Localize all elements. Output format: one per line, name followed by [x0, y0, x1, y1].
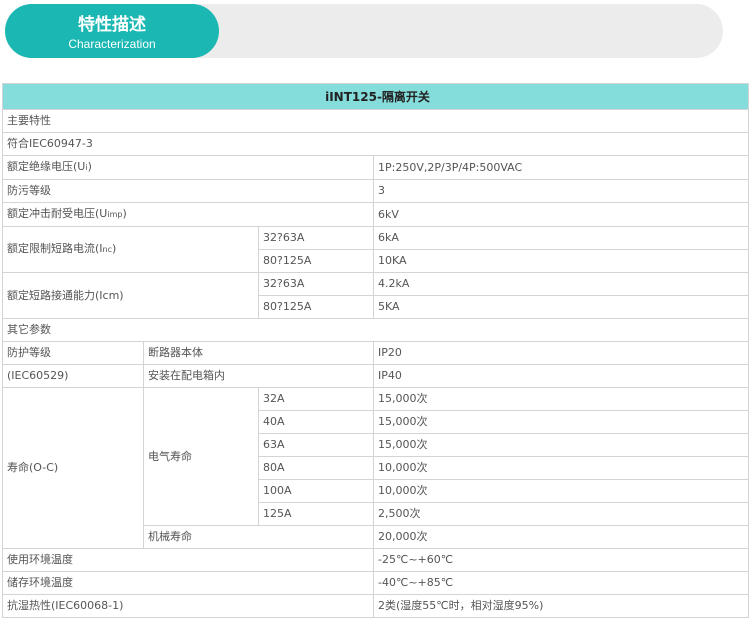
short-circuit-value: 10KA [372, 249, 750, 273]
damp-heat-value: 2类(湿度55℃时，相对湿度95%) [372, 594, 750, 618]
electrical-life-value: 15,000次 [372, 433, 750, 457]
section-title-pill: 特性描述 Characterization [5, 4, 219, 58]
electrical-life-value: 10,000次 [372, 456, 750, 480]
storage-temp-value: -40℃~+85℃ [372, 571, 750, 595]
impulse-voltage-value: 6kV [372, 202, 750, 227]
table-row: 主要特性 [1, 109, 750, 133]
table-row: 额定绝缘电压(Ui) 1P:250V,2P/3P/4P:500VAC [2, 155, 750, 180]
making-capacity-range: 80?125A [258, 295, 374, 319]
table-row: 抗湿热性(IEC60068-1) 2类(湿度55℃时，相对湿度95%) [2, 594, 750, 618]
protection-label: 防护等级 [2, 341, 144, 365]
making-capacity-label: 额定短路接通能力(Icm) [2, 272, 259, 319]
label-end: ) [87, 160, 92, 173]
making-capacity-value: 5KA [372, 295, 750, 319]
electrical-life-value: 15,000次 [372, 387, 750, 411]
table-row: 防污等级 3 [2, 179, 750, 203]
electrical-life-rating: 125A [258, 502, 374, 526]
table-row: 额定冲击耐受电压(Uimp) 6kV [2, 202, 750, 227]
mechanical-life-value: 20,000次 [372, 525, 750, 549]
damp-heat-label: 抗湿热性(IEC60068-1) [2, 594, 374, 618]
spec-table: iINT125-隔离开关 主要特性 符合IEC60947-3 额定绝缘电压(Ui… [1, 83, 750, 618]
insulation-voltage-value: 1P:250V,2P/3P/4P:500VAC [372, 155, 750, 180]
short-circuit-value: 6kA [372, 226, 750, 250]
label-text: 额定限制短路电流(I [7, 242, 103, 255]
electrical-life-rating: 32A [258, 387, 374, 411]
storage-temp-label: 储存环境温度 [2, 571, 374, 595]
electrical-life-label: 电气寿命 [143, 387, 259, 526]
operating-temp-label: 使用环境温度 [2, 548, 374, 572]
electrical-life-rating: 63A [258, 433, 374, 457]
short-circuit-range: 32?63A [258, 226, 374, 250]
table-row: 额定短路接通能力(Icm) 32?63A 4.2kA [2, 272, 750, 319]
label-text: 额定冲击耐受电压(U [7, 207, 108, 220]
making-capacity-value: 4.2kA [372, 272, 750, 296]
table-row: 使用环境温度 -25℃~+60℃ [2, 548, 750, 572]
protection-value: IP20 [372, 341, 750, 365]
table-row: 储存环境温度 -40℃~+85℃ [2, 571, 750, 595]
other-section-heading: 其它参数 [1, 318, 750, 342]
pollution-degree-label: 防污等级 [2, 179, 374, 203]
main-section-heading: 主要特性 [1, 109, 750, 133]
protection-value: IP40 [372, 364, 750, 388]
electrical-life-rating: 40A [258, 410, 374, 434]
electrical-life-value: 2,500次 [372, 502, 750, 526]
label-end: ) [122, 207, 127, 220]
label-subscript: imp [107, 210, 123, 219]
life-label: 寿命(O-C) [2, 387, 144, 549]
table-row: 符合IEC60947-3 [1, 132, 750, 156]
electrical-life-rating: 80A [258, 456, 374, 480]
standard-cell: 符合IEC60947-3 [1, 132, 750, 156]
table-row: 额定限制短路电流(Inc) 32?63A 6kA [2, 226, 750, 273]
table-row: 防护等级 断路器本体 IP20 [2, 341, 750, 365]
making-capacity-range: 32?63A [258, 272, 374, 296]
operating-temp-value: -25℃~+60℃ [372, 548, 750, 572]
short-circuit-label: 额定限制短路电流(Inc) [2, 226, 259, 273]
table-title: iINT125-隔离开关 [1, 83, 750, 110]
protection-item: 断路器本体 [143, 341, 374, 365]
protection-item: 安装在配电箱内 [143, 364, 374, 388]
protection-standard: (IEC60529) [2, 364, 144, 388]
table-row: (IEC60529) 安装在配电箱内 IP40 [2, 364, 750, 388]
section-title-cn: 特性描述 [78, 15, 146, 35]
table-row: 寿命(O-C) 电气寿命 32A 15,000次 [2, 387, 750, 549]
electrical-life-rating: 100A [258, 479, 374, 503]
label-text: 额定绝缘电压(U [7, 160, 86, 173]
electrical-life-value: 10,000次 [372, 479, 750, 503]
label-end: ) [112, 242, 117, 255]
impulse-voltage-label: 额定冲击耐受电压(Uimp) [2, 202, 374, 227]
section-title-en: Characterization [68, 37, 156, 51]
label-subscript: nc [102, 245, 113, 254]
table-row: 其它参数 [1, 318, 750, 342]
table-header-row: iINT125-隔离开关 [1, 83, 750, 110]
pollution-degree-value: 3 [372, 179, 750, 203]
insulation-voltage-label: 额定绝缘电压(Ui) [2, 155, 374, 180]
electrical-life-value: 15,000次 [372, 410, 750, 434]
short-circuit-range: 80?125A [258, 249, 374, 273]
mechanical-life-label: 机械寿命 [143, 525, 374, 549]
